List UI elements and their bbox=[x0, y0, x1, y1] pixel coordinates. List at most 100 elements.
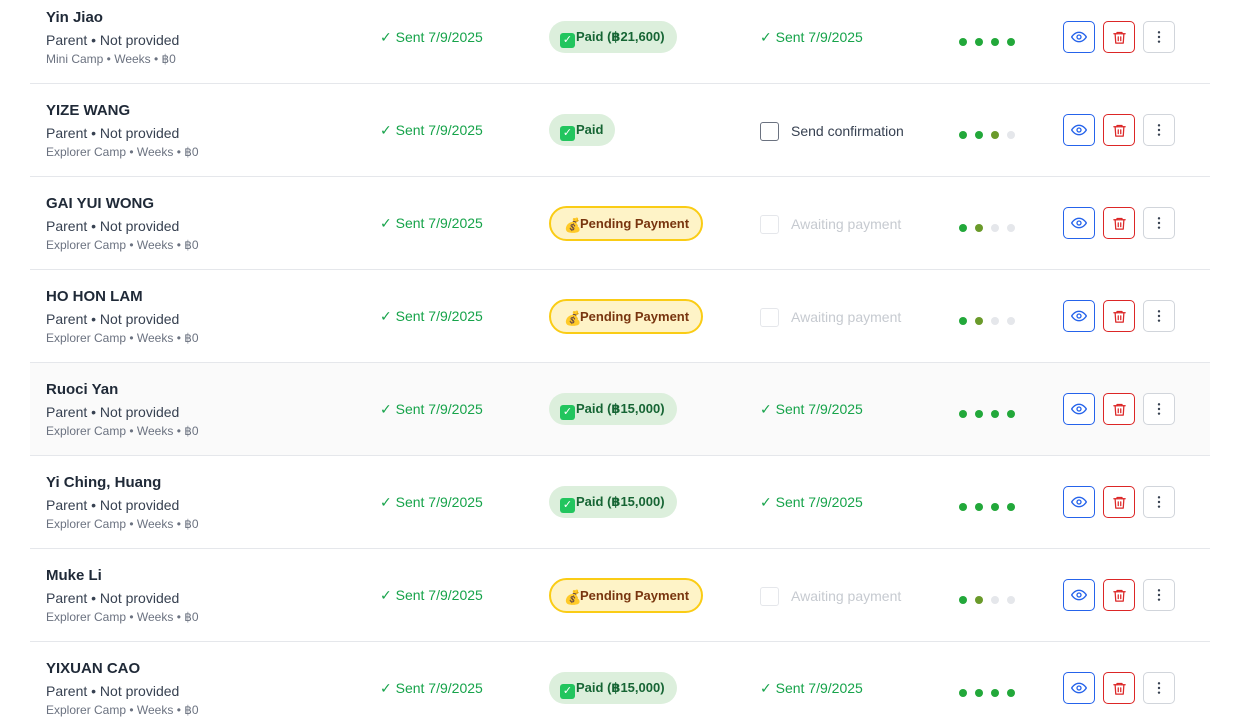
progress-step-3 bbox=[991, 596, 999, 604]
progress-step-2 bbox=[975, 317, 983, 325]
camp-details: Explorer Camp • Weeks • ฿0 bbox=[46, 424, 199, 438]
progress-step-1 bbox=[959, 224, 967, 232]
payment-status-label: Paid (฿21,600) bbox=[576, 29, 665, 44]
progress-step-4 bbox=[1007, 38, 1015, 46]
table-row: Yin Jiao Parent • Not provided Mini Camp •… bbox=[30, 0, 1210, 84]
confirmation-checkbox[interactable] bbox=[760, 122, 779, 141]
delete-button[interactable] bbox=[1103, 672, 1135, 704]
parent-contact: Parent • Not provided bbox=[46, 125, 180, 141]
confirmation-label: Send confirmation bbox=[791, 123, 904, 139]
view-button[interactable] bbox=[1063, 300, 1095, 332]
payment-status-label: Pending Payment bbox=[580, 216, 690, 231]
more-actions-button[interactable] bbox=[1143, 393, 1175, 425]
payment-status-label: Paid (฿15,000) bbox=[576, 401, 665, 416]
progress-step-2 bbox=[975, 503, 983, 511]
progress-step-4 bbox=[1007, 689, 1015, 697]
view-button[interactable] bbox=[1063, 114, 1095, 146]
payment-status-badge: 💰Pending Payment bbox=[549, 299, 704, 334]
more-actions-button[interactable] bbox=[1143, 486, 1175, 518]
more-vertical-icon bbox=[1151, 587, 1167, 603]
delete-button[interactable] bbox=[1103, 579, 1135, 611]
delete-button[interactable] bbox=[1103, 114, 1135, 146]
check-box-icon: ✓ bbox=[560, 405, 575, 420]
view-button[interactable] bbox=[1063, 207, 1095, 239]
payment-status-badge: ✓ Paid (฿21,600) bbox=[549, 21, 677, 53]
delete-button[interactable] bbox=[1103, 393, 1135, 425]
delete-button[interactable] bbox=[1103, 300, 1135, 332]
progress-step-3 bbox=[991, 503, 999, 511]
parent-contact: Parent • Not provided bbox=[46, 32, 180, 48]
eye-icon bbox=[1071, 680, 1087, 696]
money-bag-icon: 💰 bbox=[564, 217, 582, 233]
progress-dots bbox=[959, 126, 1023, 139]
camp-details: Explorer Camp • Weeks • ฿0 bbox=[46, 145, 199, 159]
payment-status-label: Pending Payment bbox=[580, 309, 690, 324]
progress-step-3 bbox=[991, 689, 999, 697]
invoice-sent-status: ✓ Sent 7/9/2025 bbox=[380, 401, 483, 417]
registrant-name: YIZE WANG bbox=[46, 102, 131, 119]
delete-button[interactable] bbox=[1103, 486, 1135, 518]
trash-icon bbox=[1112, 309, 1127, 324]
progress-step-1 bbox=[959, 38, 967, 46]
registrant-name: YIXUAN CAO bbox=[46, 660, 141, 677]
invoice-sent-status: ✓ Sent 7/9/2025 bbox=[380, 215, 483, 231]
registrations-list: Yin Jiao Parent • Not provided Mini Camp •… bbox=[30, 0, 1210, 720]
payment-status-label: Pending Payment bbox=[580, 588, 690, 603]
check-box-icon: ✓ bbox=[560, 126, 575, 141]
camp-details: Explorer Camp • Weeks • ฿0 bbox=[46, 238, 199, 252]
progress-step-1 bbox=[959, 503, 967, 511]
more-vertical-icon bbox=[1151, 122, 1167, 138]
progress-step-1 bbox=[959, 596, 967, 604]
progress-dots bbox=[959, 591, 1023, 604]
more-actions-button[interactable] bbox=[1143, 114, 1175, 146]
trash-icon bbox=[1112, 402, 1127, 417]
confirmation-sent: ✓ Sent 7/9/2025 bbox=[760, 401, 863, 417]
payment-status-badge: ✓ Paid (฿15,000) bbox=[549, 672, 677, 704]
progress-step-4 bbox=[1007, 596, 1015, 604]
confirmation-sent: ✓ Sent 7/9/2025 bbox=[760, 680, 863, 696]
invoice-sent-status: ✓ Sent 7/9/2025 bbox=[380, 587, 483, 603]
more-vertical-icon bbox=[1151, 494, 1167, 510]
view-button[interactable] bbox=[1063, 21, 1095, 53]
more-actions-button[interactable] bbox=[1143, 207, 1175, 239]
progress-dots bbox=[959, 405, 1023, 418]
progress-dots bbox=[959, 312, 1023, 325]
view-button[interactable] bbox=[1063, 393, 1095, 425]
payment-status-badge: ✓ Paid bbox=[549, 114, 616, 146]
progress-step-2 bbox=[975, 410, 983, 418]
eye-icon bbox=[1071, 494, 1087, 510]
more-actions-button[interactable] bbox=[1143, 672, 1175, 704]
camp-details: Explorer Camp • Weeks • ฿0 bbox=[46, 331, 199, 345]
trash-icon bbox=[1112, 216, 1127, 231]
trash-icon bbox=[1112, 123, 1127, 138]
view-button[interactable] bbox=[1063, 672, 1095, 704]
progress-step-2 bbox=[975, 596, 983, 604]
invoice-sent-status: ✓ Sent 7/9/2025 bbox=[380, 122, 483, 138]
registrant-name: Yi Ching, Huang bbox=[46, 474, 162, 491]
table-row: Ruoci Yan Parent • Not provided Explorer C… bbox=[30, 363, 1210, 456]
table-row: Yi Ching, Huang Parent • Not provided Expl… bbox=[30, 456, 1210, 549]
eye-icon bbox=[1071, 587, 1087, 603]
table-row: GAI YUI WONG Parent • Not provided Explore… bbox=[30, 177, 1210, 270]
registrant-name: HO HON LAM bbox=[46, 288, 143, 305]
eye-icon bbox=[1071, 29, 1087, 45]
parent-contact: Parent • Not provided bbox=[46, 218, 180, 234]
progress-step-2 bbox=[975, 224, 983, 232]
invoice-sent-status: ✓ Sent 7/9/2025 bbox=[380, 29, 483, 45]
camp-details: Explorer Camp • Weeks • ฿0 bbox=[46, 703, 199, 717]
more-actions-button[interactable] bbox=[1143, 579, 1175, 611]
progress-step-1 bbox=[959, 317, 967, 325]
view-button[interactable] bbox=[1063, 486, 1095, 518]
delete-button[interactable] bbox=[1103, 21, 1135, 53]
view-button[interactable] bbox=[1063, 579, 1095, 611]
invoice-sent-status: ✓ Sent 7/9/2025 bbox=[380, 494, 483, 510]
progress-step-4 bbox=[1007, 410, 1015, 418]
more-actions-button[interactable] bbox=[1143, 21, 1175, 53]
parent-contact: Parent • Not provided bbox=[46, 497, 180, 513]
payment-status-label: Paid (฿15,000) bbox=[576, 680, 665, 695]
progress-step-4 bbox=[1007, 224, 1015, 232]
delete-button[interactable] bbox=[1103, 207, 1135, 239]
progress-dots bbox=[959, 684, 1023, 697]
more-actions-button[interactable] bbox=[1143, 300, 1175, 332]
parent-contact: Parent • Not provided bbox=[46, 590, 180, 606]
